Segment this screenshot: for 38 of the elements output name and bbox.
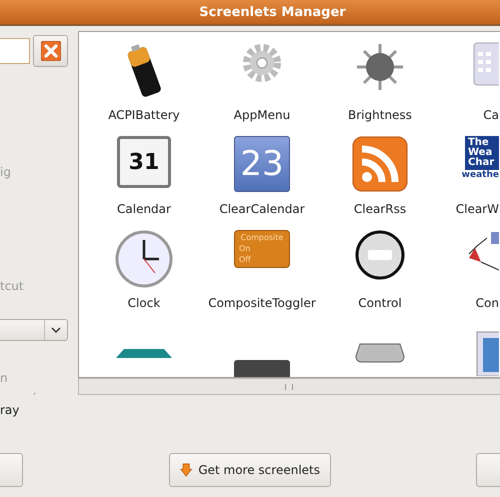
screenlet-label[interactable]: ClearW — [456, 202, 499, 216]
button[interactable] — [0, 453, 23, 487]
screenlet-label[interactable]: Control — [358, 296, 402, 310]
close-icon — [40, 41, 60, 61]
button[interactable] — [476, 453, 500, 487]
screenlet-label[interactable]: Ca — [483, 108, 499, 122]
rss-icon — [352, 136, 408, 192]
screenlet-label[interactable]: ACPIBattery — [108, 108, 180, 122]
get-more-button[interactable]: Get more screenlets — [169, 453, 331, 487]
drive-icon — [354, 342, 406, 364]
digital-clock-icon — [234, 360, 290, 378]
option-label: ig — [0, 165, 12, 179]
chevron-down-icon — [51, 327, 61, 333]
download-arrow-icon — [180, 461, 192, 479]
toggle-widget-icon: Composite On Off — [234, 230, 290, 268]
option-label: n — [0, 371, 9, 385]
window-title: Screenlets Manager — [199, 4, 346, 20]
screenlet-label[interactable]: ClearRss — [354, 202, 406, 216]
calendar-icon: 31 — [116, 136, 171, 188]
calendar-icon: 23 — [234, 136, 290, 192]
search-field[interactable] — [0, 38, 30, 64]
gear-icon — [240, 42, 283, 84]
option-label: tcut — [0, 279, 25, 293]
clear-button[interactable] — [33, 35, 68, 67]
screenlet-label[interactable]: AppMenu — [234, 108, 290, 122]
dropdown[interactable] — [0, 319, 68, 341]
minus-circle-icon — [354, 230, 405, 280]
screenlet-label[interactable]: Brightness — [348, 108, 412, 122]
lid-icon — [116, 348, 172, 358]
option-label: ray — [0, 403, 20, 417]
sun-icon — [354, 42, 405, 92]
screenlet-label[interactable]: Clock — [128, 296, 160, 310]
horizontal-scrollbar[interactable] — [78, 378, 500, 395]
screenlet-label[interactable]: ClearCalendar — [219, 202, 305, 216]
screenlet-label[interactable]: Con — [476, 296, 499, 310]
screenlet-label[interactable]: Calendar — [117, 202, 171, 216]
clock-icon — [114, 230, 173, 288]
screenlet-label[interactable]: CompositeToggler — [208, 296, 316, 310]
